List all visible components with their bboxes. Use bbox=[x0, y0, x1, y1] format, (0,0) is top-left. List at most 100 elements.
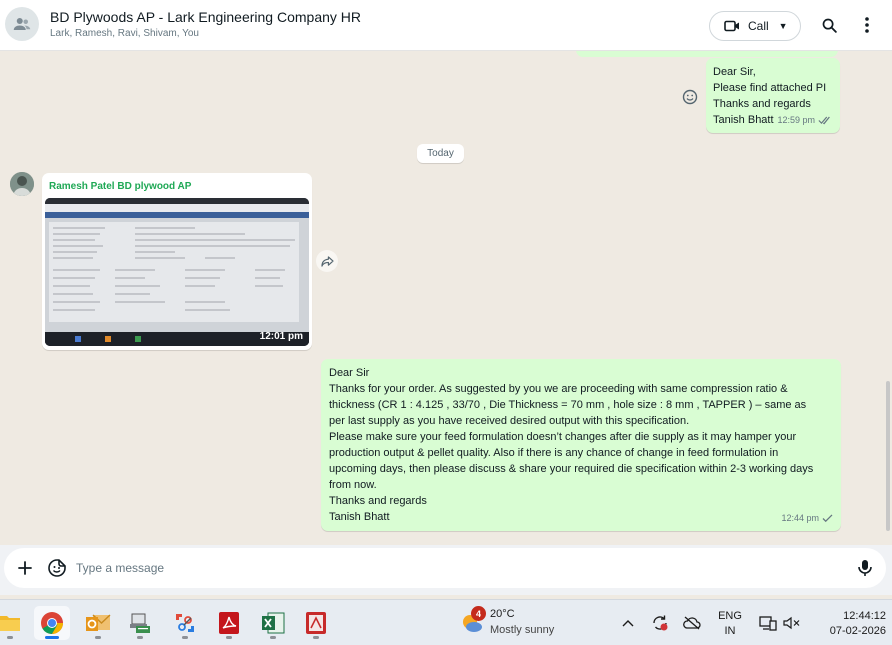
scissors-icon bbox=[176, 614, 194, 632]
screen-photo-image bbox=[45, 198, 309, 346]
smiley-icon bbox=[682, 89, 698, 105]
menu-button[interactable] bbox=[856, 14, 878, 36]
app-running-indicator bbox=[95, 636, 101, 639]
message-line: Thanks for your order. As suggested by y… bbox=[329, 383, 788, 395]
chevron-up-icon bbox=[622, 620, 634, 627]
message-line: Please make sure your feed formulation d… bbox=[329, 431, 797, 443]
previous-message-bubble bbox=[576, 51, 838, 57]
message-line: thickness (CR 1 : 4.125 , 33/70 , Die Th… bbox=[329, 399, 807, 411]
message-line: from now. bbox=[329, 479, 377, 491]
chrome-icon bbox=[41, 612, 63, 634]
sender-avatar[interactable] bbox=[10, 172, 34, 196]
acrobat-pdf-icon bbox=[219, 612, 239, 634]
call-button[interactable]: Call ▼ bbox=[709, 11, 801, 41]
message-line: Tanish Bhatt bbox=[329, 511, 390, 523]
message-composer bbox=[4, 548, 886, 588]
message-input[interactable] bbox=[76, 558, 836, 578]
network-button[interactable] bbox=[758, 613, 778, 633]
taskbar-acrobat-reader[interactable] bbox=[211, 606, 247, 640]
cloud-offline-icon bbox=[683, 616, 701, 630]
message-bubble-incoming[interactable]: Ramesh Patel BD plywood AP 12:01 pm bbox=[42, 173, 312, 350]
language-region: IN bbox=[724, 625, 736, 637]
weather-temperature: 20°C bbox=[490, 608, 515, 620]
taskbar-outlook[interactable] bbox=[80, 606, 116, 640]
speaker-muted-icon bbox=[783, 616, 800, 630]
app-running-indicator bbox=[45, 636, 59, 639]
clock-time: 12:44:12 bbox=[843, 610, 886, 622]
app-running-indicator bbox=[7, 636, 13, 639]
computer-files-icon bbox=[130, 613, 150, 633]
date-divider: Today bbox=[417, 144, 464, 163]
more-vertical-icon bbox=[865, 17, 869, 33]
app-running-indicator bbox=[226, 636, 232, 639]
chat-title[interactable]: BD Plywoods AP - Lark Engineering Compan… bbox=[50, 9, 361, 25]
app-running-indicator bbox=[270, 636, 276, 639]
forward-arrow-icon bbox=[320, 255, 334, 267]
message-line: Please find attached PI bbox=[713, 82, 827, 94]
message-line: upcoming days, then please discuss & sha… bbox=[329, 463, 814, 475]
attached-photo[interactable]: 12:01 pm bbox=[45, 198, 309, 346]
message-bubble-outgoing[interactable]: Dear Sir Thanks for your order. As sugge… bbox=[321, 359, 841, 531]
message-line: Thanks and regards bbox=[329, 495, 427, 507]
language-code: ENG bbox=[718, 610, 742, 622]
chat-scrollbar[interactable] bbox=[886, 381, 890, 531]
taskbar-chrome[interactable] bbox=[34, 606, 70, 640]
message-line: per last supply as you have received des… bbox=[329, 415, 690, 427]
group-icon bbox=[13, 18, 31, 30]
call-button-label: Call bbox=[748, 19, 769, 33]
show-hidden-icons-button[interactable] bbox=[618, 613, 638, 633]
search-button[interactable] bbox=[818, 14, 840, 36]
microphone-icon bbox=[858, 560, 872, 576]
double-check-read-icon bbox=[818, 116, 830, 124]
emoji-button[interactable] bbox=[46, 557, 68, 579]
chat-members[interactable]: Lark, Ramesh, Ravi, Shivam, You bbox=[50, 28, 199, 39]
onedrive-status-button[interactable] bbox=[682, 613, 702, 633]
clock-date: 07-02-2026 bbox=[829, 625, 886, 637]
sync-status-button[interactable] bbox=[650, 613, 670, 633]
network-device-icon bbox=[759, 616, 777, 631]
sender-name[interactable]: Ramesh Patel BD plywood AP bbox=[49, 181, 191, 192]
search-icon bbox=[822, 18, 837, 33]
voice-message-button[interactable] bbox=[854, 557, 876, 579]
message-line: Thanks and regards bbox=[713, 98, 811, 110]
message-line: Dear Sir, bbox=[713, 66, 756, 78]
weather-condition: Mostly sunny bbox=[490, 624, 555, 636]
chat-messages-area[interactable]: Dear Sir, Please find attached PI Thanks… bbox=[0, 51, 892, 545]
message-time: 12:59 pm bbox=[777, 115, 815, 125]
group-avatar[interactable] bbox=[5, 7, 39, 41]
chevron-down-icon: ▼ bbox=[778, 21, 788, 31]
taskbar-file-explorer[interactable] bbox=[0, 606, 28, 640]
system-clock[interactable]: 12:44:12 07-02-2026 bbox=[806, 609, 886, 639]
taskbar-snipping-tool[interactable] bbox=[167, 606, 203, 640]
chat-header: BD Plywoods AP - Lark Engineering Compan… bbox=[0, 0, 892, 51]
react-button[interactable] bbox=[680, 87, 700, 107]
volume-button[interactable] bbox=[782, 613, 802, 633]
sync-error-icon bbox=[653, 615, 668, 631]
app-running-indicator bbox=[313, 636, 319, 639]
sticker-smiley-icon bbox=[48, 559, 66, 577]
app-running-indicator bbox=[182, 636, 188, 639]
single-check-icon bbox=[822, 513, 833, 522]
weather-widget[interactable]: 4 20°C Mostly sunny bbox=[459, 606, 579, 640]
taskbar-adobe-app[interactable] bbox=[298, 606, 334, 640]
excel-icon bbox=[262, 612, 285, 634]
input-language-indicator[interactable]: ENG IN bbox=[712, 609, 748, 639]
message-line: Dear Sir bbox=[329, 367, 370, 379]
message-meta: 12:44 pm bbox=[781, 510, 833, 526]
plus-icon bbox=[18, 561, 32, 575]
outlook-icon bbox=[86, 614, 111, 631]
person-photo-icon bbox=[10, 172, 34, 196]
app-running-indicator bbox=[137, 636, 143, 639]
taskbar-network-files[interactable] bbox=[122, 606, 158, 640]
message-bubble-outgoing[interactable]: Dear Sir, Please find attached PI Thanks… bbox=[706, 58, 840, 133]
attach-button[interactable] bbox=[14, 557, 36, 579]
message-time: 12:01 pm bbox=[259, 331, 303, 342]
message-time: 12:44 pm bbox=[781, 513, 819, 523]
message-line: production output & pellet quality. Also… bbox=[329, 447, 779, 459]
forward-button[interactable] bbox=[316, 250, 338, 272]
taskbar-excel[interactable] bbox=[255, 606, 291, 640]
adobe-app-icon bbox=[306, 612, 326, 634]
video-camera-icon bbox=[724, 20, 739, 32]
message-meta: 12:59 pm bbox=[777, 112, 832, 128]
weather-alert-badge: 4 bbox=[471, 606, 486, 621]
